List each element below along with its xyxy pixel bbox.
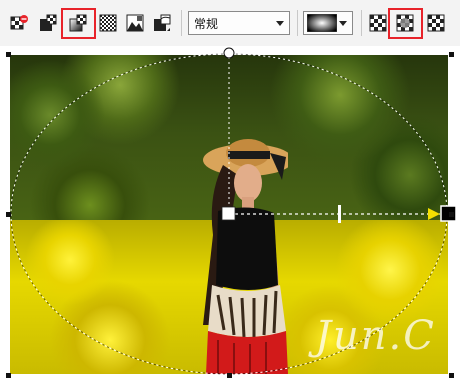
arrow-icon (428, 208, 440, 220)
transparency-overlay (6, 47, 457, 378)
selection-handle[interactable] (227, 373, 232, 378)
selection-handle[interactable] (6, 212, 11, 217)
selection-handle[interactable] (6, 52, 11, 57)
selection-handle[interactable] (449, 52, 454, 57)
selection-handle[interactable] (449, 212, 454, 217)
start-color-node[interactable] (221, 206, 236, 221)
midpoint-slider[interactable] (338, 205, 341, 223)
selection-handle[interactable] (449, 373, 454, 378)
radius-handle[interactable] (223, 47, 235, 59)
selection-handle[interactable] (6, 373, 11, 378)
